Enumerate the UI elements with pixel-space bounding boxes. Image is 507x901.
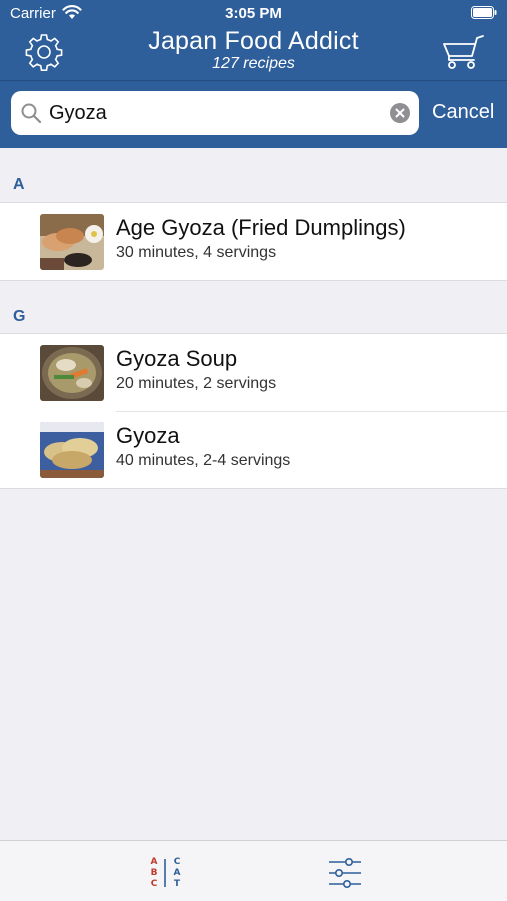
clear-icon[interactable]	[390, 103, 410, 123]
filter-sliders-icon[interactable]	[327, 857, 363, 889]
recipe-meta: 20 minutes, 2 servings	[116, 375, 277, 392]
app-title: Japan Food Addict	[148, 27, 359, 55]
abc-letter: C	[151, 879, 158, 889]
recipe-count: 127 recipes	[212, 55, 295, 72]
status-bar: Carrier 3:05 PM	[0, 0, 507, 28]
recipe-thumbnail	[40, 422, 104, 478]
tab-bar: A B C C A T	[0, 840, 507, 901]
recipe-title: Gyoza Soup	[116, 346, 238, 371]
abc-cat-icon[interactable]: A B C C A T	[146, 855, 186, 891]
recipe-row[interactable]: Gyoza 40 minutes, 2-4 servings	[0, 411, 507, 488]
recipe-list-g: Gyoza Soup 20 minutes, 2 servings Gyoza …	[0, 333, 507, 489]
recipe-list-a: Age Gyoza (Fried Dumplings) 30 minutes, …	[0, 202, 507, 281]
search-field[interactable]	[11, 91, 419, 135]
recipe-title: Gyoza	[116, 423, 180, 448]
cat-letter: A	[174, 868, 181, 878]
battery-icon	[471, 6, 497, 19]
cancel-button[interactable]: Cancel	[432, 101, 494, 124]
search-input[interactable]	[49, 91, 379, 135]
section-header-g: G	[0, 280, 507, 334]
abc-letter: B	[151, 868, 158, 878]
header-divider	[0, 80, 507, 81]
nav-bar: Japan Food Addict 127 recipes	[0, 27, 507, 80]
recipe-thumbnail	[40, 345, 104, 401]
recipe-thumbnail	[40, 214, 104, 270]
cat-letter: T	[174, 879, 181, 889]
recipe-row[interactable]: Gyoza Soup 20 minutes, 2 servings	[0, 334, 507, 411]
recipe-row[interactable]: Age Gyoza (Fried Dumplings) 30 minutes, …	[0, 203, 507, 280]
search-icon	[21, 103, 42, 124]
abc-letter: A	[151, 857, 158, 867]
recipe-meta: 40 minutes, 2-4 servings	[116, 452, 291, 469]
recipe-meta: 30 minutes, 4 servings	[116, 244, 277, 261]
section-letter: G	[13, 308, 26, 325]
section-header-a: A	[0, 148, 507, 202]
cat-letter: C	[174, 857, 181, 867]
header: Carrier 3:05 PM Japan Food Addict 127 re…	[0, 0, 507, 148]
recipe-title: Age Gyoza (Fried Dumplings)	[116, 215, 406, 240]
cart-icon[interactable]	[441, 34, 485, 70]
status-time: 3:05 PM	[225, 5, 282, 22]
section-letter: A	[13, 176, 25, 193]
